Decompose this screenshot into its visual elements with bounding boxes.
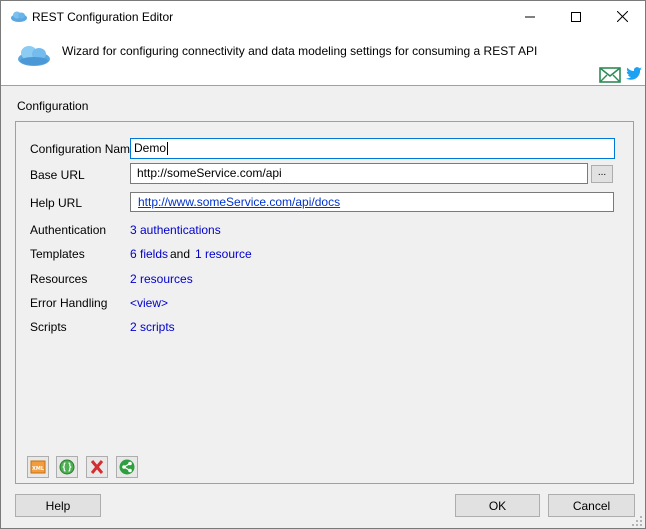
authentication-label: Authentication (30, 223, 107, 237)
cloud-icon (18, 46, 50, 66)
minimize-button[interactable] (507, 1, 553, 32)
braces-button[interactable] (56, 456, 78, 478)
cancel-button[interactable]: Cancel (548, 494, 635, 517)
templates-fields-link[interactable]: 6 fields (130, 247, 168, 261)
banner-description: Wizard for configuring connectivity and … (62, 44, 538, 58)
templates-and-text: and (170, 247, 191, 261)
maximize-icon (571, 11, 581, 22)
configuration-name-input[interactable]: Demo (130, 138, 615, 159)
resources-link[interactable]: 2 resources (130, 272, 193, 286)
xml-icon-text: XML (32, 466, 45, 472)
twitter-icon[interactable] (626, 67, 642, 81)
cloud-icon (11, 11, 27, 22)
scripts-label: Scripts (30, 320, 67, 334)
browse-button[interactable]: ... (591, 165, 613, 183)
maximize-button[interactable] (553, 1, 599, 32)
share-button[interactable] (116, 456, 138, 478)
resources-label: Resources (30, 272, 88, 286)
header-banner: Wizard for configuring connectivity and … (1, 32, 645, 86)
templates-label: Templates (30, 247, 85, 261)
base-url-label: Base URL (30, 168, 85, 182)
resize-grip-icon[interactable] (631, 515, 643, 527)
help-url-field[interactable]: http://www.someService.com/api/docs (130, 192, 614, 212)
text-caret (167, 142, 169, 156)
title-bar: REST Configuration Editor (1, 1, 645, 32)
templates-resource-link[interactable]: 1 resource (195, 247, 252, 261)
mail-icon[interactable] (599, 67, 621, 83)
xml-button[interactable]: XML (27, 456, 49, 478)
error-handling-link[interactable]: <view> (130, 296, 168, 310)
window-title: REST Configuration Editor (32, 10, 174, 24)
braces-icon (59, 459, 75, 475)
help-button[interactable]: Help (15, 494, 101, 517)
configuration-name-label: Configuration Name (30, 142, 137, 156)
delete-icon (90, 460, 104, 474)
error-handling-label: Error Handling (30, 296, 108, 310)
base-url-input[interactable]: http://someService.com/api (130, 163, 588, 184)
rest-configuration-editor-window: REST Configuration Editor Wizard for con… (0, 0, 646, 529)
close-button[interactable] (599, 1, 645, 32)
authentication-link[interactable]: 3 authentications (130, 223, 221, 237)
close-icon (616, 11, 628, 22)
base-url-value: http://someService.com/api (137, 166, 282, 180)
delete-button[interactable] (86, 456, 108, 478)
configuration-name-value: Demo (134, 141, 167, 155)
help-url-link[interactable]: http://www.someService.com/api/docs (138, 195, 340, 209)
ok-button[interactable]: OK (455, 494, 540, 517)
scripts-link[interactable]: 2 scripts (130, 320, 175, 334)
minimize-icon (525, 16, 535, 17)
section-label: Configuration (17, 99, 89, 113)
xml-icon: XML (30, 460, 46, 474)
help-url-label: Help URL (30, 196, 83, 210)
share-icon (119, 459, 135, 475)
